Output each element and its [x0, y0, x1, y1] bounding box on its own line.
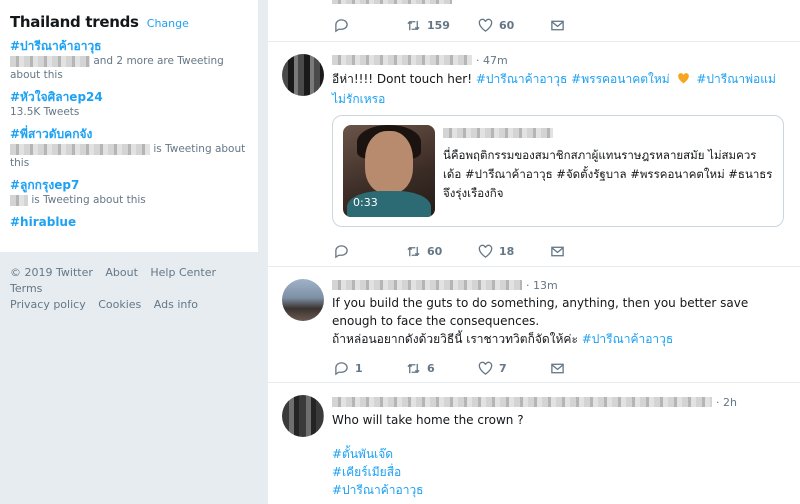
like-button[interactable]: 18: [478, 244, 550, 259]
tweet-text-line: Who will take home the crown ?: [332, 413, 524, 427]
tweet[interactable]: · 2h Who will take home the crown ? #ตั้…: [268, 383, 800, 504]
video-thumbnail[interactable]: 0:33: [343, 125, 435, 217]
video-duration: 0:33: [353, 196, 378, 209]
message-icon: [551, 246, 564, 257]
like-count: 60: [499, 19, 515, 32]
like-button[interactable]: 60: [478, 18, 550, 33]
avatar[interactable]: [282, 395, 324, 437]
tweet-timestamp[interactable]: · 13m: [526, 279, 558, 292]
reply-button[interactable]: [334, 244, 406, 259]
tweet-text-line: If you build the guts to do something, a…: [332, 296, 749, 328]
footer-link-terms[interactable]: Terms: [10, 282, 42, 295]
reply-icon: [335, 362, 348, 376]
retweet-icon: [407, 20, 420, 31]
tweet[interactable]: 159 60: [268, 0, 800, 42]
blurred-username: [332, 397, 712, 407]
tweet-timestamp[interactable]: · 47m: [476, 54, 508, 67]
retweet-count: 6: [427, 362, 435, 375]
hashtag-link[interactable]: #ปารีณาค้าอาวุธ: [332, 481, 787, 499]
media-card[interactable]: 0:33 นี่คือพฤติกรรมของสมาชิกสภาผู้แทนราษ…: [332, 115, 784, 227]
footer-link-about[interactable]: About: [105, 266, 138, 279]
message-icon: [551, 363, 564, 374]
footer-link-ads-info[interactable]: Ads info: [154, 298, 198, 311]
trend-tag[interactable]: #hirablue: [10, 214, 248, 230]
card-text: นี่คือพฤติกรรมของสมาชิกสภาผู้แทนราษฎรหลา…: [443, 146, 773, 203]
hashtag-link[interactable]: #ตั้นพันเจ๊ด: [332, 445, 787, 463]
trends-panel: Thailand trends Change #ปารีณาค้าอาวุธ a…: [0, 0, 258, 252]
footer: © 2019 Twitter About Help Center Terms P…: [10, 265, 250, 313]
trend-tag[interactable]: #ลูกกรุงep7: [10, 177, 248, 193]
like-count: 7: [499, 362, 507, 375]
retweet-button[interactable]: 6: [406, 361, 478, 376]
trend-item[interactable]: #ปารีณาค้าอาวุธ and 2 more are Tweeting …: [10, 38, 248, 82]
retweet-button[interactable]: 60: [406, 244, 478, 259]
heart-icon: [478, 244, 493, 258]
trend-item[interactable]: #ลูกกรุงep7 is Tweeting about this: [10, 177, 248, 207]
copyright: © 2019 Twitter: [10, 266, 93, 279]
change-link[interactable]: Change: [147, 17, 189, 30]
trend-tag[interactable]: #หัวใจศิลาep24: [10, 89, 248, 105]
trend-item[interactable]: #hirablue: [10, 214, 248, 230]
reply-count: 1: [355, 362, 363, 375]
trend-meta: is Tweeting about this: [31, 194, 146, 206]
tweet-actions: 1 6 7: [334, 361, 622, 376]
avatar[interactable]: [282, 54, 324, 96]
tweet[interactable]: · 47m อีห่า!!!! Dont touch her! #ปารีณาค…: [268, 42, 800, 267]
tweet-text: อีห่า!!!! Dont touch her! #ปารีณาค้าอาวุ…: [332, 70, 787, 108]
reply-icon: [335, 19, 348, 33]
tweet-text-line: ถ้าหล่อนอยากดังด้วยวิธีนี้ เราชาวทวิตก็จ…: [332, 332, 582, 346]
trend-meta: 13.5K Tweets: [10, 106, 80, 118]
footer-link-cookies[interactable]: Cookies: [98, 298, 141, 311]
heart-icon: [478, 18, 493, 32]
retweet-count: 159: [427, 19, 450, 32]
retweet-icon: [407, 246, 420, 257]
footer-link-help-center[interactable]: Help Center: [150, 266, 216, 279]
like-count: 18: [499, 245, 515, 258]
dm-button[interactable]: [550, 361, 622, 376]
reply-button[interactable]: 1: [334, 361, 406, 376]
tweet-timestamp[interactable]: · 2h: [716, 396, 737, 409]
message-icon: [551, 20, 564, 31]
card-hashtags: #ปารีณาค้าอาวุธ #จัดตั้งรัฐบาล #พรรคอนาค…: [443, 167, 773, 200]
tweet-actions: 159 60: [334, 18, 622, 33]
hashtag-link[interactable]: #เคียร์เมียสื่อ: [332, 463, 787, 481]
hashtag-link[interactable]: #ปารีณาค้าอาวุธ #พรรคอนาคตใหม่: [476, 72, 670, 86]
trend-item[interactable]: #พี่สาวดับคกจัง is Tweeting about this: [10, 126, 248, 170]
avatar[interactable]: [282, 279, 324, 321]
retweet-count: 60: [427, 245, 443, 258]
blurred-username: [332, 280, 522, 290]
trends-title: Thailand trends: [10, 13, 139, 31]
blurred-username: [332, 55, 472, 65]
reply-button[interactable]: [334, 18, 406, 33]
retweet-icon: [407, 363, 420, 374]
tweet-text: Who will take home the crown ? #ตั้นพันเ…: [332, 411, 787, 499]
hashtag-link[interactable]: #ปารีณาค้าอาวุธ: [582, 332, 674, 346]
orange-heart-icon: [677, 72, 690, 90]
dm-button[interactable]: [550, 244, 622, 259]
dm-button[interactable]: [550, 18, 622, 33]
footer-link-privacy[interactable]: Privacy policy: [10, 298, 86, 311]
like-button[interactable]: 7: [478, 361, 550, 376]
tweet-actions: 60 18: [334, 244, 622, 259]
heart-icon: [478, 361, 493, 375]
trend-tag[interactable]: #ปารีณาค้าอาวุธ: [10, 38, 248, 54]
blurred-card-author: [443, 128, 553, 138]
retweet-button[interactable]: 159: [406, 18, 478, 33]
tweet-text-plain: อีห่า!!!! Dont touch her!: [332, 72, 476, 86]
reply-icon: [335, 245, 348, 259]
trend-item[interactable]: #หัวใจศิลาep24 13.5K Tweets: [10, 89, 248, 119]
tweet-text: If you build the guts to do something, a…: [332, 294, 787, 348]
timeline: 159 60 · 47m อีห่า!!!! Dont touch her! #…: [268, 0, 800, 504]
trend-tag[interactable]: #พี่สาวดับคกจัง: [10, 126, 248, 142]
tweet[interactable]: · 13m If you build the guts to do someth…: [268, 267, 800, 383]
